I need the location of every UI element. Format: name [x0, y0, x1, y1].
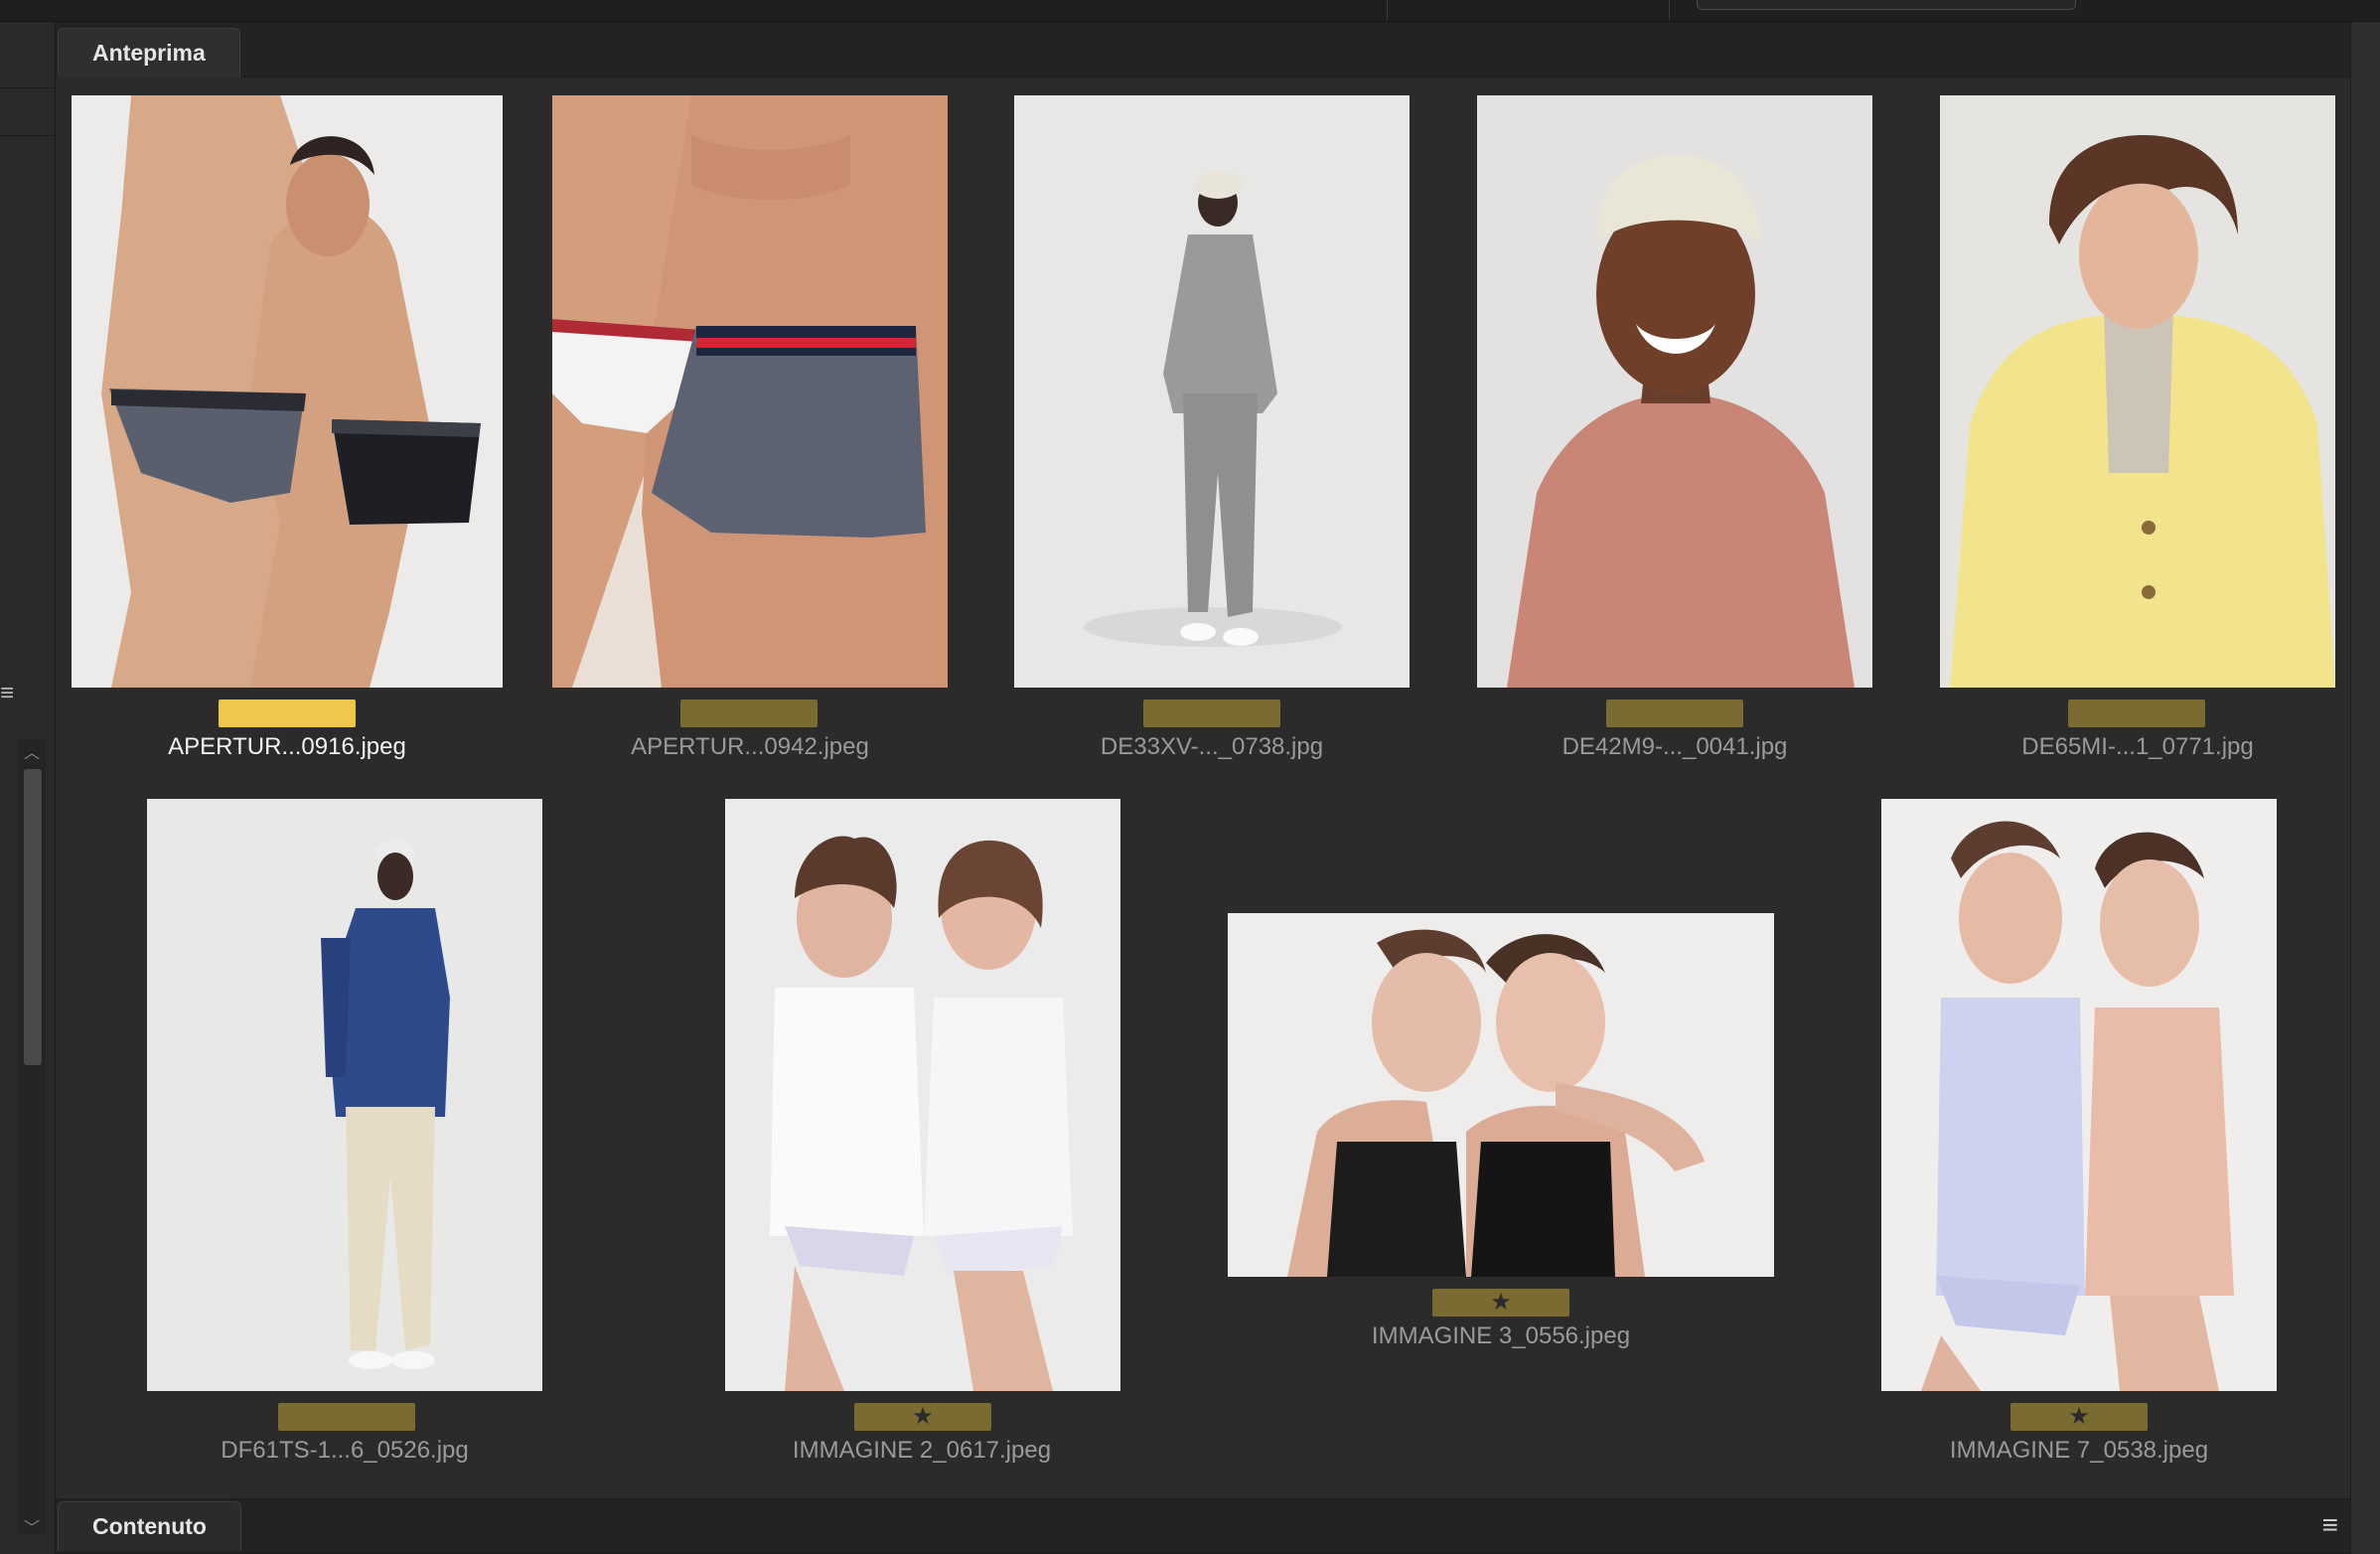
tab-anteprima[interactable]: Anteprima [58, 28, 240, 78]
left-panel-strip: ≡ ︿ ﹀ [0, 22, 56, 1554]
color-label[interactable] [2068, 699, 2205, 727]
thumbnail-grid: APERTUR...0916.jpeg APERTUR...0942.jpeg [56, 78, 2350, 1498]
scroll-up-icon[interactable]: ︿ [24, 739, 40, 763]
thumbnail-filename[interactable]: DE65MI-...1_0771.jpg [1929, 733, 2346, 761]
search-input[interactable] [1697, 0, 2076, 10]
content-panel-header: Contenuto ≡ [56, 1498, 2350, 1554]
thumbnail-image[interactable] [147, 799, 542, 1391]
right-panel-strip [2350, 22, 2380, 1554]
thumbnail-filename[interactable]: APERTUR...0942.jpeg [541, 733, 959, 761]
thumbnail-filename[interactable]: IMMAGINE 2_0617.jpeg [713, 1437, 1130, 1465]
thumbnail-image[interactable] [1881, 799, 2277, 1391]
thumbnail-image[interactable] [1940, 95, 2335, 688]
scroll-down-icon[interactable]: ﹀ [24, 1514, 40, 1538]
thumbnail-filename[interactable]: IMMAGINE 7_0538.jpeg [1870, 1437, 2288, 1465]
color-label[interactable]: ★ [854, 1403, 991, 1431]
panel-divider [0, 87, 56, 88]
scrollbar-thumb[interactable] [24, 769, 42, 1065]
thumbnail-image[interactable] [1228, 913, 1774, 1277]
thumbnail-image[interactable] [72, 95, 503, 688]
color-label[interactable] [219, 699, 356, 727]
toolbar-divider [1669, 0, 1670, 20]
preview-panel-header: Anteprima [56, 22, 2350, 78]
color-label[interactable] [1606, 699, 1743, 727]
thumbnail-filename[interactable]: DF61TS-1...6_0526.jpg [136, 1437, 553, 1465]
panel-divider [0, 135, 56, 136]
thumbnail-filename[interactable]: IMMAGINE 3_0556.jpeg [1292, 1322, 1710, 1350]
bridge-window: ≡ ︿ ﹀ Anteprima APERTUR...0916.jpeg APER… [0, 0, 2380, 1554]
color-label[interactable]: ★ [1432, 1289, 1569, 1317]
top-toolbar [0, 0, 2380, 22]
tab-contenuto[interactable]: Contenuto [58, 1501, 241, 1551]
thumbnail-filename[interactable]: DE33XV-..._0738.jpg [1003, 733, 1420, 761]
color-label[interactable] [680, 699, 818, 727]
thumbnail-image[interactable] [1014, 95, 1410, 688]
thumbnail-image[interactable] [725, 799, 1120, 1391]
toolbar-divider [1387, 0, 1388, 20]
hamburger-menu-icon[interactable]: ≡ [2322, 1511, 2338, 1539]
thumbnail-filename[interactable]: APERTUR...0916.jpeg [78, 733, 496, 761]
color-label[interactable] [1143, 699, 1280, 727]
hamburger-menu-icon[interactable]: ≡ [0, 682, 24, 705]
color-label[interactable] [278, 1403, 415, 1431]
thumbnail-image[interactable] [552, 95, 948, 688]
thumbnail-filename[interactable]: DE42M9-..._0041.jpg [1466, 733, 1883, 761]
color-label[interactable]: ★ [2010, 1403, 2148, 1431]
thumbnail-image[interactable] [1477, 95, 1872, 688]
